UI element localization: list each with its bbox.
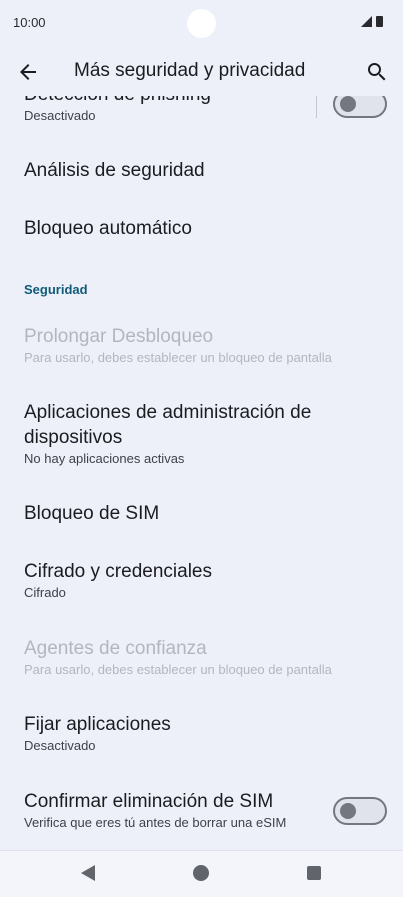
pin-apps-item[interactable]: Fijar aplicaciones Desactivado (24, 712, 387, 754)
page-title: Más seguridad y privacidad (74, 60, 306, 81)
security-analysis-item[interactable]: Análisis de seguridad (24, 158, 387, 183)
device-admin-apps-item[interactable]: Aplicaciones de administración de dispos… (24, 400, 387, 467)
search-icon[interactable] (365, 60, 389, 84)
trust-agents-title: Agentes de confianza (24, 638, 207, 659)
phishing-detection-toggle[interactable] (333, 96, 387, 118)
extend-unlock-item: Prolongar Desbloqueo Para usarlo, debes … (24, 324, 387, 366)
status-time: 10:00 (13, 15, 46, 30)
extend-unlock-subtitle: Para usarlo, debes establecer un bloqueo… (24, 350, 332, 365)
phishing-detection-status: Desactivado (24, 108, 96, 123)
pin-apps-title: Fijar aplicaciones (24, 714, 171, 735)
confirm-sim-delete-subtitle: Verifica que eres tú antes de borrar una… (24, 815, 287, 830)
extend-unlock-title: Prolongar Desbloqueo (24, 326, 214, 347)
back-arrow-icon[interactable] (16, 60, 40, 84)
signal-icon (361, 16, 372, 27)
camera-cutout (187, 9, 216, 38)
status-icons (361, 16, 387, 28)
toggle-knob (340, 96, 356, 112)
settings-list: Detección de phishing Desactivado Anális… (0, 96, 403, 850)
confirm-sim-delete-toggle[interactable] (333, 797, 387, 825)
auto-lock-item[interactable]: Bloqueo automático (24, 216, 387, 241)
device-admin-apps-title-line1: Aplicaciones de administración de (24, 402, 312, 423)
sim-lock-title: Bloqueo de SIM (24, 503, 160, 524)
encryption-credentials-title: Cifrado y credenciales (24, 561, 212, 582)
confirm-sim-delete-item[interactable]: Confirmar eliminación de SIM Verifica qu… (24, 789, 323, 831)
security-analysis-title: Análisis de seguridad (24, 160, 205, 181)
battery-icon (376, 16, 383, 27)
device-admin-apps-title-line2: dispositivos (24, 427, 123, 448)
nav-back-icon[interactable] (81, 865, 95, 881)
app-bar: Más seguridad y privacidad (0, 48, 403, 96)
auto-lock-title: Bloqueo automático (24, 218, 192, 239)
encryption-credentials-subtitle: Cifrado (24, 585, 66, 600)
section-header-security: Seguridad (24, 282, 88, 297)
sim-lock-item[interactable]: Bloqueo de SIM (24, 501, 387, 526)
toggle-knob (340, 803, 356, 819)
device-admin-apps-subtitle: No hay aplicaciones activas (24, 451, 185, 466)
trust-agents-subtitle: Para usarlo, debes establecer un bloqueo… (24, 662, 332, 677)
status-bar: 10:00 (0, 0, 403, 48)
encryption-credentials-item[interactable]: Cifrado y credenciales Cifrado (24, 559, 387, 601)
navigation-bar (0, 850, 403, 897)
pin-apps-subtitle: Desactivado (24, 738, 96, 753)
trust-agents-item: Agentes de confianza Para usarlo, debes … (24, 636, 387, 678)
confirm-sim-delete-title: Confirmar eliminación de SIM (24, 791, 274, 812)
nav-home-icon[interactable] (193, 865, 209, 881)
divider (316, 96, 317, 118)
nav-recents-icon[interactable] (307, 866, 321, 880)
